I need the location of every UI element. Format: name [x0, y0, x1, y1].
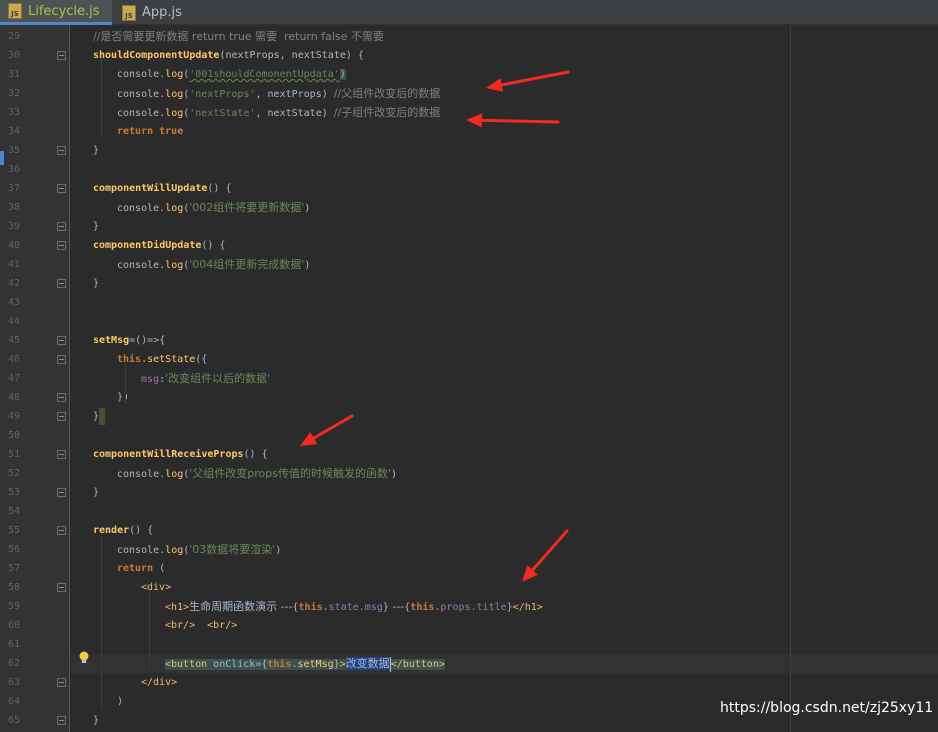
- annotation-arrows: [300, 70, 570, 582]
- arrow-shaft: [531, 529, 569, 572]
- arrow-head-icon: [466, 113, 483, 128]
- arrow-head-icon: [486, 78, 504, 92]
- watermark: https://blog.csdn.net/zj25xy11: [720, 700, 934, 716]
- arrows-group: [300, 70, 570, 582]
- arrow-shaft: [312, 414, 354, 440]
- arrow-shaft: [480, 118, 560, 124]
- arrow-shaft: [500, 70, 570, 87]
